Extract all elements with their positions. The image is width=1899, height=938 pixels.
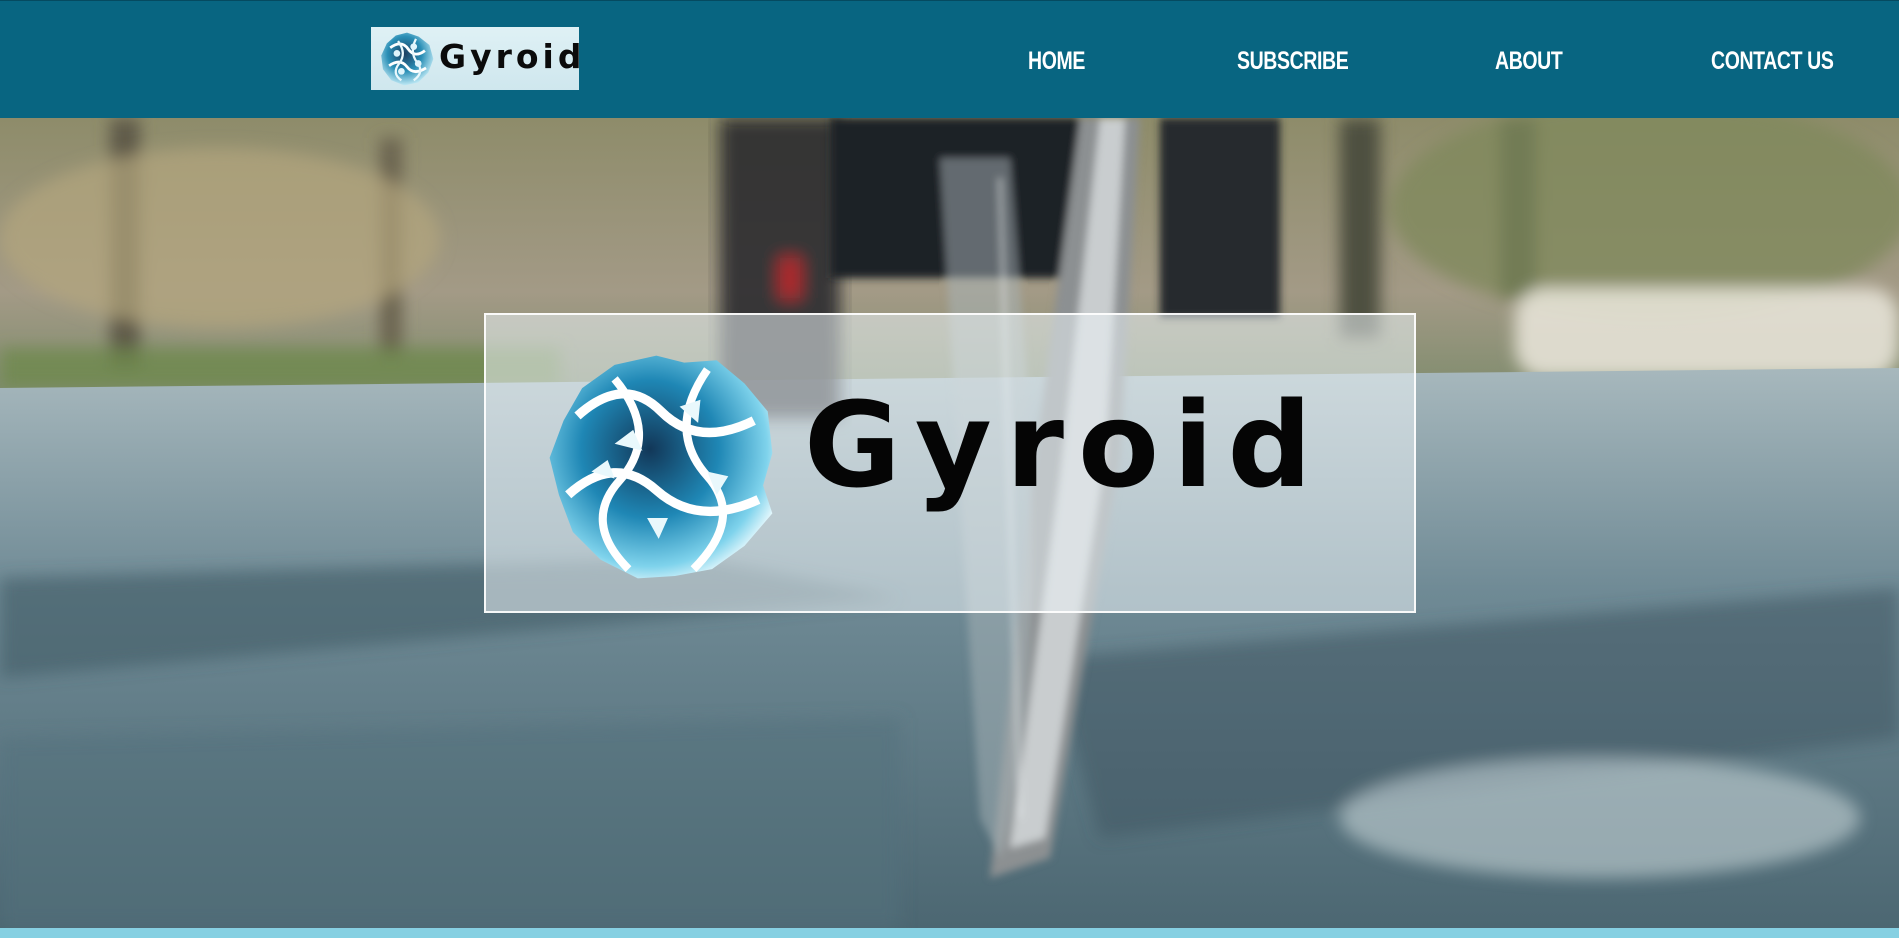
gyroid-logo-icon xyxy=(549,355,773,579)
bottom-accent-strip xyxy=(0,928,1899,938)
main-nav: HOME SUBSCRIBE ABOUT CONTACT US xyxy=(0,1,1899,119)
page: Gyroid HOME SUBSCRIBE ABOUT CONTACT US G… xyxy=(0,0,1899,938)
site-header: Gyroid HOME SUBSCRIBE ABOUT CONTACT US xyxy=(0,0,1899,118)
nav-subscribe[interactable]: SUBSCRIBE xyxy=(1237,41,1349,81)
nav-home[interactable]: HOME xyxy=(1028,41,1085,81)
hero-section: Gyroid xyxy=(0,118,1899,928)
nav-about[interactable]: ABOUT xyxy=(1495,41,1563,81)
nav-contact-us[interactable]: CONTACT US xyxy=(1711,41,1834,81)
hero-logo-text: Gyroid xyxy=(804,376,1326,514)
hero-logo-box: Gyroid xyxy=(484,313,1416,613)
